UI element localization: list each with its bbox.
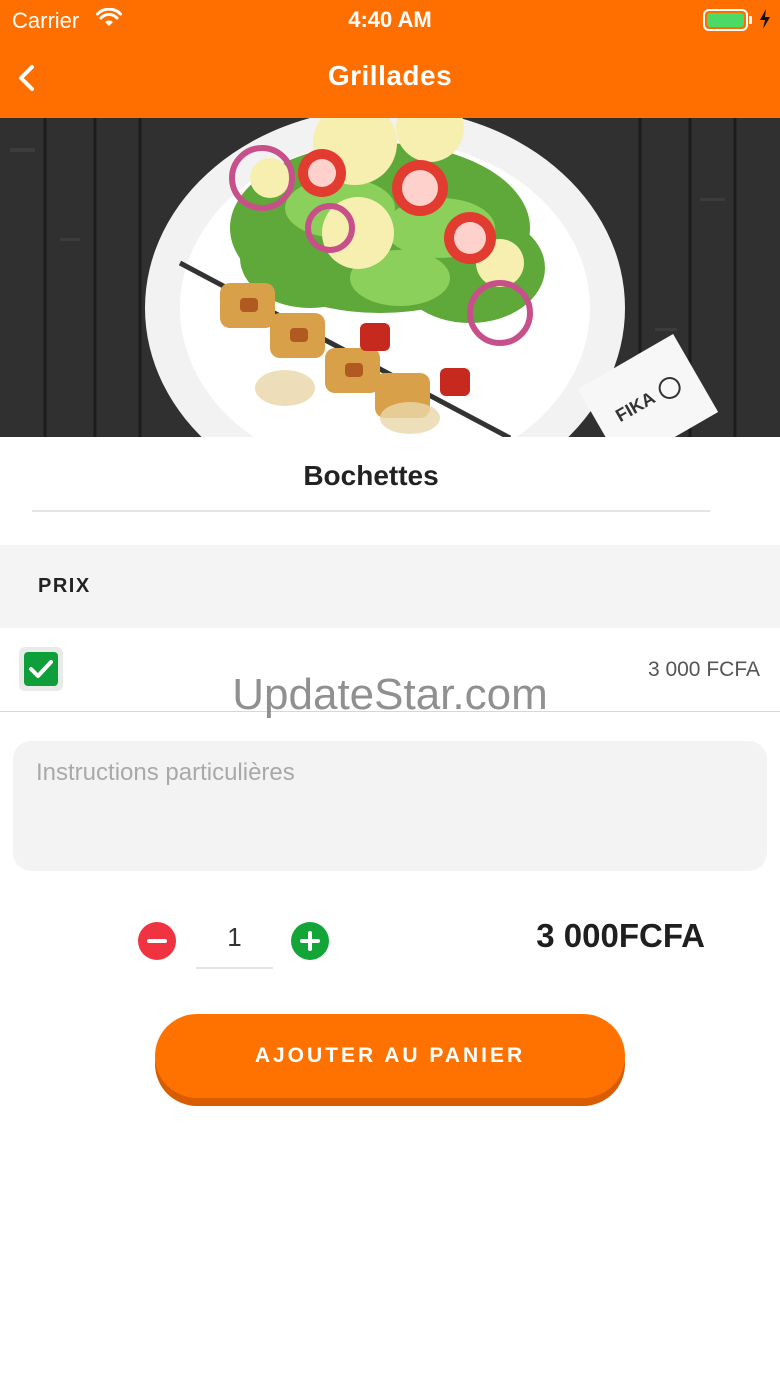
header: Carrier 4:40 AM Grillades [0, 0, 780, 118]
minus-icon [147, 939, 167, 943]
nav-bar: Grillades [0, 40, 780, 118]
price-option-row[interactable]: 3 000 FCFA [0, 628, 780, 712]
quantity-underline [196, 967, 273, 969]
price-option-checkbox[interactable] [19, 647, 63, 691]
special-instructions-field[interactable] [13, 741, 767, 871]
increase-quantity-button[interactable] [291, 922, 329, 960]
total-price: 3 000FCFA [536, 917, 705, 954]
divider [32, 510, 710, 512]
price-section: PRIX [0, 545, 780, 628]
quantity-value[interactable]: 1 [196, 922, 273, 953]
plus-icon [300, 931, 320, 951]
product-name: Bochettes [303, 460, 439, 491]
option-price: 3 000 FCFA [647, 658, 760, 681]
add-to-cart-button[interactable]: AJOUTER AU PANIER [155, 1014, 625, 1098]
checkmark-icon [29, 660, 53, 678]
checkbox-fill [24, 652, 58, 686]
price-section-label: PRIX [38, 575, 91, 597]
battery-icon [703, 9, 753, 36]
decrease-quantity-button[interactable] [138, 922, 176, 960]
product-image: FIKA [0, 118, 780, 437]
charging-bolt-icon [758, 8, 772, 35]
page-title: Grillades [327, 60, 453, 91]
clock: 4:40 AM [348, 7, 432, 32]
status-bar: Carrier 4:40 AM [0, 0, 780, 40]
